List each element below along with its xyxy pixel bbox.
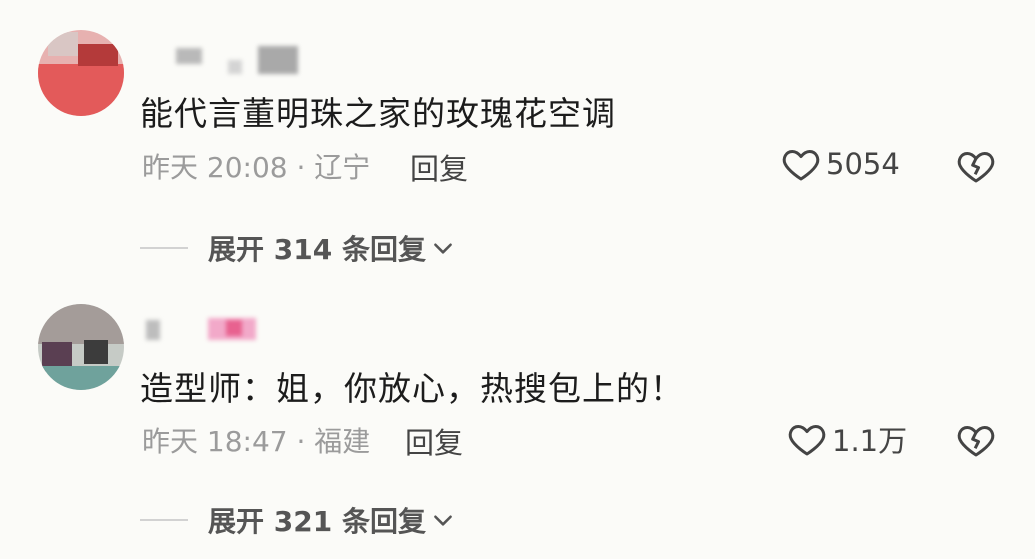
comment-meta: 昨天 20:08 · 辽宁 [142, 151, 371, 184]
username[interactable] [146, 42, 366, 76]
reply-button[interactable]: 回复 [410, 146, 468, 188]
username[interactable] [146, 316, 346, 350]
like-count: 1.1万 [832, 424, 908, 458]
chevron-down-icon [434, 243, 452, 254]
like-count: 5054 [826, 147, 900, 181]
expand-replies-button[interactable]: 展开 314 条回复 [140, 228, 456, 268]
avatar[interactable] [38, 304, 124, 390]
comment-text: 造型师：姐，你放心，热搜包上的！ [140, 369, 684, 408]
heart-outline-icon [782, 150, 820, 181]
reply-button[interactable]: 回复 [405, 420, 463, 462]
like-button[interactable]: 1.1万 [786, 418, 907, 460]
divider [140, 519, 188, 521]
heart-outline-icon [788, 425, 826, 456]
like-button[interactable]: 5054 [780, 144, 900, 184]
comment-meta: 昨天 18:47 · 福建 [142, 425, 371, 458]
divider [140, 247, 188, 249]
avatar[interactable] [38, 30, 124, 116]
chevron-down-icon [434, 515, 452, 526]
broken-heart-icon[interactable] [955, 146, 997, 186]
comment-text: 能代言董明珠之家的玫瑰花空调 [140, 94, 616, 133]
expand-replies-button[interactable]: 展开 321 条回复 [140, 500, 456, 540]
expand-replies-label: 展开 314 条回复 [208, 233, 426, 266]
expand-replies-label: 展开 321 条回复 [208, 505, 426, 538]
broken-heart-icon[interactable] [955, 420, 997, 460]
